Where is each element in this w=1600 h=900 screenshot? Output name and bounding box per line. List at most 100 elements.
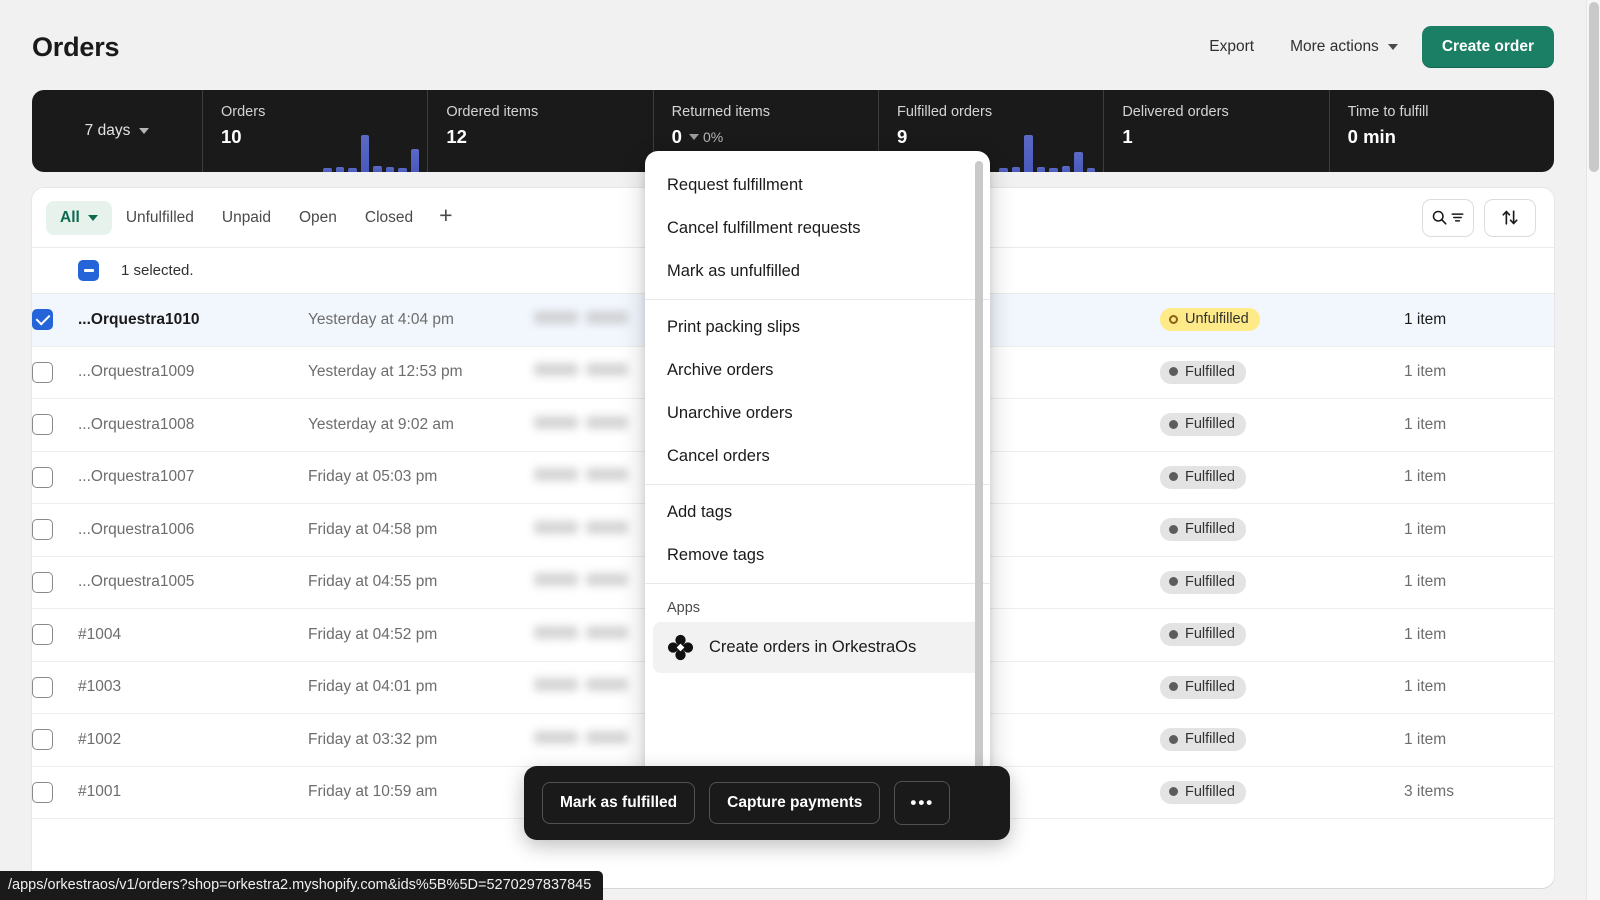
row-checkbox[interactable] <box>32 466 53 488</box>
stat-label: Time to fulfill <box>1347 104 1429 120</box>
date-range-label: 7 days <box>84 122 131 139</box>
row-checkbox[interactable] <box>32 519 53 541</box>
create-order-button[interactable]: Create order <box>1421 26 1554 68</box>
capture-payments-button[interactable]: Capture payments <box>709 782 881 824</box>
export-button[interactable]: Export <box>1197 29 1266 65</box>
order-number: ...Orquestra1010 <box>78 310 200 328</box>
menu-scrollbar[interactable] <box>975 161 983 771</box>
status-badge: Fulfilled <box>1160 623 1246 647</box>
row-checkbox[interactable] <box>32 309 53 331</box>
search-icon <box>1432 210 1447 225</box>
item-count: 1 item <box>1404 415 1447 433</box>
status-dot-icon <box>1169 787 1178 797</box>
mark-as-fulfilled-button[interactable]: Mark as fulfilled <box>542 782 696 824</box>
stat-value: 9 <box>896 126 908 147</box>
status-cell: Fulfilled <box>1160 675 1404 699</box>
order-date: Friday at 04:58 pm <box>308 520 438 538</box>
sort-button[interactable] <box>1484 198 1536 237</box>
page-scrollbar[interactable] <box>1586 0 1600 900</box>
tab-unfulfilled[interactable]: Unfulfilled <box>112 201 208 235</box>
status-cell: Fulfilled <box>1160 728 1404 752</box>
stat-delta-value: 0% <box>702 129 724 145</box>
menu-item-remove-tags[interactable]: Remove tags <box>653 534 982 577</box>
menu-item-unarchive-orders[interactable]: Unarchive orders <box>653 392 982 435</box>
stat-label: Orders <box>221 104 266 120</box>
order-date: Friday at 04:01 pm <box>308 678 438 696</box>
chevron-down-icon <box>87 214 98 221</box>
stat-label: Delivered orders <box>1122 104 1229 120</box>
browser-status-url: /apps/orkestraos/v1/orders?shop=orkestra… <box>0 871 604 900</box>
status-label: Unfulfilled <box>1185 311 1249 328</box>
page-scrollbar-thumb[interactable] <box>1589 2 1599 172</box>
status-label: Fulfilled <box>1185 363 1235 380</box>
stat-value: 12 <box>446 126 467 147</box>
filter-icon <box>1451 213 1464 222</box>
menu-item-cancel-fulfillment-requests[interactable]: Cancel fulfillment requests <box>653 207 982 250</box>
order-date: Friday at 04:55 pm <box>308 573 438 591</box>
status-label: Fulfilled <box>1185 416 1235 433</box>
bulk-more-actions-button[interactable]: ••• <box>894 781 951 825</box>
row-checkbox[interactable] <box>32 571 53 593</box>
order-number: #1004 <box>78 625 122 643</box>
stat-value: 0 <box>671 126 682 147</box>
menu-group-apps: Apps Create orders in OrkestraOs <box>645 584 990 679</box>
row-checkbox[interactable] <box>32 361 53 383</box>
tab-closed[interactable]: Closed <box>351 201 427 235</box>
menu-item-print-packing-slips[interactable]: Print packing slips <box>653 306 982 349</box>
more-actions-label: More actions <box>1290 38 1379 55</box>
status-dot-icon <box>1169 367 1178 377</box>
status-badge: Fulfilled <box>1160 728 1246 752</box>
stat-delta: 0% <box>688 129 724 145</box>
status-label: Fulfilled <box>1185 731 1235 748</box>
date-range-selector[interactable]: 7 days <box>75 114 160 148</box>
add-view-button[interactable]: + <box>427 202 464 233</box>
menu-group-fulfillment: Request fulfillment Cancel fulfillment r… <box>645 158 990 299</box>
orkestraos-app-icon <box>667 634 694 661</box>
tab-unpaid[interactable]: Unpaid <box>208 201 285 235</box>
more-actions-menu: Request fulfillment Cancel fulfillment r… <box>645 151 990 781</box>
menu-group-orders: Print packing slips Archive orders Unarc… <box>645 300 990 484</box>
row-checkbox[interactable] <box>32 624 53 646</box>
row-checkbox[interactable] <box>32 676 53 698</box>
status-cell: Fulfilled <box>1160 780 1404 804</box>
stat-card-delivered-orders[interactable]: Delivered orders 1 <box>1103 90 1328 172</box>
status-cell: Fulfilled <box>1160 360 1404 384</box>
status-badge: Fulfilled <box>1160 570 1246 594</box>
row-checkbox[interactable] <box>32 781 53 803</box>
status-label: Fulfilled <box>1185 573 1235 590</box>
stat-value: 10 <box>221 126 242 147</box>
status-dot-icon <box>1169 524 1178 534</box>
menu-item-request-fulfillment[interactable]: Request fulfillment <box>653 164 982 207</box>
order-date: Friday at 03:32 pm <box>308 730 438 748</box>
status-dot-icon <box>1169 314 1178 324</box>
menu-item-cancel-orders[interactable]: Cancel orders <box>653 435 982 478</box>
status-label: Fulfilled <box>1185 678 1235 695</box>
status-cell: Fulfilled <box>1160 465 1404 489</box>
order-number: ...Orquestra1009 <box>78 363 195 381</box>
status-cell: Fulfilled <box>1160 518 1404 542</box>
status-badge: Fulfilled <box>1160 518 1246 542</box>
menu-item-mark-as-unfulfilled[interactable]: Mark as unfulfilled <box>653 250 982 293</box>
menu-item-create-orders-in-orkestraos[interactable]: Create orders in OrkestraOs <box>653 622 982 673</box>
more-actions-button[interactable]: More actions <box>1278 29 1410 65</box>
tab-open[interactable]: Open <box>285 201 351 235</box>
menu-group-tags: Add tags Remove tags <box>645 485 990 583</box>
row-checkbox[interactable] <box>32 414 53 436</box>
menu-item-add-tags[interactable]: Add tags <box>653 491 982 534</box>
status-badge: Unfulfilled <box>1160 308 1260 332</box>
stat-value: 1 <box>1122 126 1133 147</box>
stat-card-orders[interactable]: Orders 10 <box>202 90 427 172</box>
item-count: 1 item <box>1404 468 1447 486</box>
search-and-filter-button[interactable] <box>1422 198 1474 237</box>
order-date: Friday at 05:03 pm <box>308 468 438 486</box>
row-checkbox[interactable] <box>32 729 53 751</box>
item-count: 1 item <box>1404 573 1447 591</box>
order-date: Yesterday at 12:53 pm <box>308 363 463 381</box>
fulfilled-orders-sparkline <box>999 124 1096 172</box>
tab-all[interactable]: All <box>46 200 112 235</box>
stat-card-ordered-items[interactable]: Ordered items 12 <box>427 90 652 172</box>
select-all-checkbox[interactable] <box>78 260 99 281</box>
menu-item-archive-orders[interactable]: Archive orders <box>653 349 982 392</box>
stat-card-time-to-fulfill[interactable]: Time to fulfill 0 min <box>1328 90 1554 172</box>
stat-value: 0 min <box>1347 126 1396 147</box>
